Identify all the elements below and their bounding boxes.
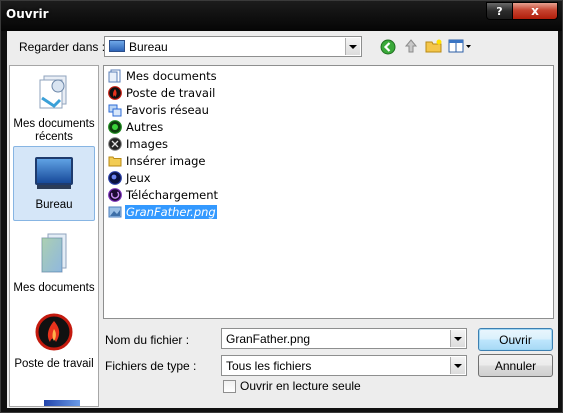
dialog-body: Regarder dans : Bureau Mes documents réc… xyxy=(7,31,558,408)
back-icon[interactable] xyxy=(379,38,397,56)
green-orb-icon xyxy=(108,120,122,134)
images-icon xyxy=(108,137,122,151)
list-item[interactable]: GranFather.png xyxy=(108,204,217,220)
my-documents-icon xyxy=(41,233,67,273)
title-bar[interactable]: Ouvrir ? x xyxy=(1,1,562,31)
file-name: Mes documents xyxy=(126,69,217,83)
file-name: GranFather.png xyxy=(125,205,217,219)
filename-input[interactable]: GranFather.png xyxy=(221,328,467,349)
file-list[interactable]: Mes documents Poste de travail Favoris r… xyxy=(103,65,554,319)
list-item[interactable]: Jeux xyxy=(108,170,152,186)
help-button[interactable]: ? xyxy=(486,2,512,20)
list-item[interactable]: Mes documents xyxy=(108,68,218,84)
lookin-label: Regarder dans : xyxy=(19,40,106,54)
games-icon xyxy=(108,171,122,185)
help-icon: ? xyxy=(496,4,503,18)
place-my-documents[interactable]: Mes documents xyxy=(13,232,95,306)
place-label: Bureau xyxy=(35,199,73,211)
open-button[interactable]: Ouvrir xyxy=(478,328,553,351)
readonly-checkbox[interactable] xyxy=(223,379,236,393)
recent-documents-icon xyxy=(39,75,67,109)
computer-icon xyxy=(35,313,73,351)
folder-icon xyxy=(108,156,122,167)
places-bar: Mes documents récents Bureau Mes documen… xyxy=(9,65,99,407)
filetype-label: Fichiers de type : xyxy=(105,359,197,373)
readonly-option[interactable]: Ouvrir en lecture seule xyxy=(223,379,361,393)
place-label: Mes documents xyxy=(13,282,95,294)
close-button[interactable]: x xyxy=(512,2,558,20)
download-icon xyxy=(108,188,122,202)
cancel-button-label: Annuler xyxy=(494,358,537,373)
desktop-icon xyxy=(35,157,73,189)
png-file-icon xyxy=(108,206,122,218)
filetype-value: Tous les fichiers xyxy=(226,359,312,373)
desktop-icon xyxy=(109,40,125,52)
close-icon: x xyxy=(531,4,539,18)
documents-icon xyxy=(108,69,121,83)
filetype-select[interactable]: Tous les fichiers xyxy=(221,355,467,376)
place-label: Mes documents récents xyxy=(13,118,95,143)
network-places-icon[interactable] xyxy=(44,400,80,406)
filename-value: GranFather.png xyxy=(226,332,311,346)
new-folder-icon[interactable] xyxy=(425,37,443,55)
computer-icon xyxy=(108,86,122,100)
place-label: Poste de travail xyxy=(14,358,94,370)
open-button-label: Ouvrir xyxy=(499,332,532,347)
list-item[interactable]: Images xyxy=(108,136,169,152)
file-name: Favoris réseau xyxy=(126,103,209,117)
file-name: Images xyxy=(126,137,169,151)
network-icon xyxy=(108,104,122,117)
place-computer[interactable]: Poste de travail xyxy=(13,312,95,390)
filename-label: Nom du fichier : xyxy=(105,333,190,347)
chevron-down-icon[interactable] xyxy=(345,38,360,55)
list-item[interactable]: Insérer image xyxy=(108,153,207,169)
place-recent-documents[interactable]: Mes documents récents xyxy=(13,70,95,143)
cancel-button[interactable]: Annuler xyxy=(478,354,553,377)
readonly-label: Ouvrir en lecture seule xyxy=(240,379,361,393)
list-item[interactable]: Autres xyxy=(108,119,164,135)
lookin-select[interactable]: Bureau xyxy=(104,36,362,57)
lookin-value: Bureau xyxy=(129,40,168,54)
window-title: Ouvrir xyxy=(6,7,49,21)
file-name: Téléchargement xyxy=(126,188,219,202)
file-name: Insérer image xyxy=(126,154,206,168)
list-item[interactable]: Téléchargement xyxy=(108,187,219,203)
open-dialog: Ouvrir ? x Regarder dans : Bureau Mes do… xyxy=(0,0,563,413)
list-item[interactable]: Poste de travail xyxy=(108,85,216,101)
place-desktop[interactable]: Bureau xyxy=(13,146,95,221)
view-menu-icon[interactable] xyxy=(448,37,472,55)
list-item[interactable]: Favoris réseau xyxy=(108,102,210,118)
file-name: Jeux xyxy=(126,171,151,185)
file-name: Poste de travail xyxy=(126,86,216,100)
file-name: Autres xyxy=(126,120,164,134)
chevron-down-icon[interactable] xyxy=(450,357,465,374)
chevron-down-icon[interactable] xyxy=(450,330,465,347)
up-folder-icon[interactable] xyxy=(402,37,420,55)
